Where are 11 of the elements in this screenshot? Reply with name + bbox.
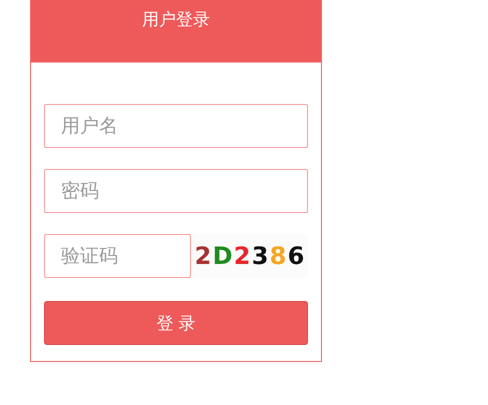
captcha-char: 3	[252, 242, 268, 270]
card-title: 用户登录	[142, 9, 210, 31]
captcha-char: 2	[194, 242, 212, 270]
captcha-char: D	[212, 242, 232, 270]
password-field[interactable]: 密码	[44, 169, 308, 213]
captcha-char: 2	[234, 242, 250, 270]
captcha-char: 6	[288, 242, 304, 270]
captcha-field[interactable]: 验证码	[44, 234, 191, 278]
captcha-char: 8	[270, 242, 286, 270]
captcha-image[interactable]: 2 D2386	[191, 234, 308, 278]
username-field[interactable]: 用户名	[44, 104, 308, 148]
